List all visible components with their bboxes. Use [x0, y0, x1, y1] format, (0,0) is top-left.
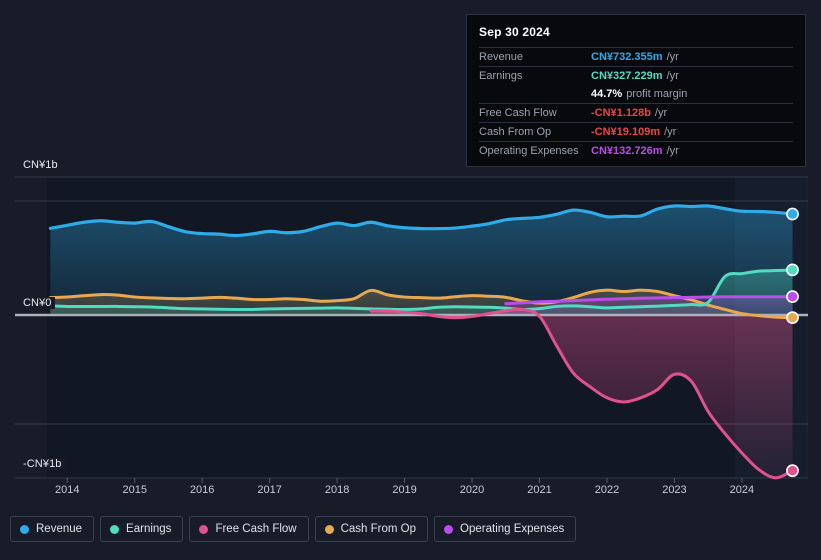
x-axis-tick-2016: 2016 [189, 484, 215, 496]
x-axis-tick-2021: 2021 [527, 484, 552, 496]
x-axis-tick-2022: 2022 [594, 484, 620, 496]
legend-item-label: Cash From Op [340, 523, 417, 535]
tooltip-row-value: 44.7% [591, 88, 623, 100]
tooltip-row-value: -CN¥19.109m [591, 126, 661, 138]
legend-color-dot-icon [110, 524, 120, 534]
legend-color-dot-icon [324, 524, 334, 534]
legend-color-dot-icon [444, 524, 454, 534]
tooltip-row-free-cash-flow: Free Cash Flow -CN¥1.128b/yr [479, 103, 793, 122]
tooltip-row-label: Free Cash Flow [479, 107, 557, 119]
tooltip-row-revenue: Revenue CN¥732.355m/yr [479, 47, 793, 66]
tooltip-row-unit: /yr [666, 145, 679, 157]
legend-item-revenue[interactable]: Revenue [10, 516, 95, 542]
tooltip-row-value: CN¥327.229m [591, 70, 663, 82]
y-axis-label-top: CN¥1b [20, 159, 61, 171]
legend-item-free-cash-flow[interactable]: Free Cash Flow [189, 516, 309, 542]
data-tooltip: Sep 30 2024 Revenue CN¥732.355m/yr Earning… [466, 14, 806, 167]
legend-item-cash-from-op[interactable]: Cash From Op [314, 516, 429, 542]
y-axis-label-zero: CN¥0 [20, 297, 55, 309]
tooltip-row-unit: /yr [664, 126, 677, 138]
tooltip-row-cash-from-op: Cash From Op -CN¥19.109m/yr [479, 122, 793, 141]
legend-item-label: Earnings [126, 523, 172, 535]
tooltip-row-profit-margin: 44.7% profit margin [479, 85, 793, 103]
x-axis-tick-2014: 2014 [54, 484, 80, 496]
tooltip-row-unit: /yr [666, 70, 679, 82]
legend-item-label: Revenue [36, 523, 83, 535]
tooltip-row-unit: /yr [666, 51, 679, 63]
tooltip-row-value: CN¥132.726m [591, 145, 663, 157]
legend-item-operating-expenses[interactable]: Operating Expenses [434, 516, 577, 542]
x-axis-tick-2015: 2015 [122, 484, 147, 496]
tooltip-row-value: -CN¥1.128b [591, 107, 651, 119]
tooltip-row-label: Cash From Op [479, 126, 552, 138]
tooltip-row-label: Revenue [479, 51, 524, 63]
tooltip-row-label: Operating Expenses [479, 145, 579, 157]
legend-item-earnings[interactable]: Earnings [100, 516, 184, 542]
x-axis-tick-2020: 2020 [459, 484, 485, 496]
tooltip-row-unit: profit margin [626, 88, 688, 100]
x-axis-tick-2017: 2017 [257, 484, 282, 496]
x-axis-tick-2024: 2024 [729, 484, 755, 496]
chart-legend[interactable]: Revenue Earnings Free Cash Flow Cash From O… [10, 516, 577, 542]
legend-item-label: Free Cash Flow [215, 523, 297, 535]
chart-root: CN¥1b CN¥0 -CN¥1b 2014 2015 2016 2017 2018 20… [0, 0, 821, 560]
tooltip-row-operating-expenses: Operating Expenses CN¥132.726m/yr [479, 141, 793, 160]
y-axis-label-bottom: -CN¥1b [20, 458, 65, 470]
tooltip-rows: Revenue CN¥732.355m/yr Earnings CN¥327.229m… [479, 47, 793, 160]
x-axis-tick-2018: 2018 [324, 484, 350, 496]
tooltip-row-label: Earnings [479, 70, 523, 82]
x-axis: 2014 2015 2016 2017 2018 2019 2020 2021 2022 2023… [0, 484, 821, 504]
legend-color-dot-icon [199, 524, 209, 534]
tooltip-row-earnings: Earnings CN¥327.229m/yr [479, 66, 793, 85]
x-axis-tick-2019: 2019 [392, 484, 417, 496]
legend-color-dot-icon [20, 524, 29, 534]
tooltip-row-value: CN¥732.355m [591, 51, 663, 63]
legend-item-label: Operating Expenses [460, 523, 565, 535]
tooltip-row-unit: /yr [654, 107, 668, 119]
tooltip-date: Sep 30 2024 [479, 25, 550, 39]
x-axis-tick-2023: 2023 [662, 484, 687, 496]
